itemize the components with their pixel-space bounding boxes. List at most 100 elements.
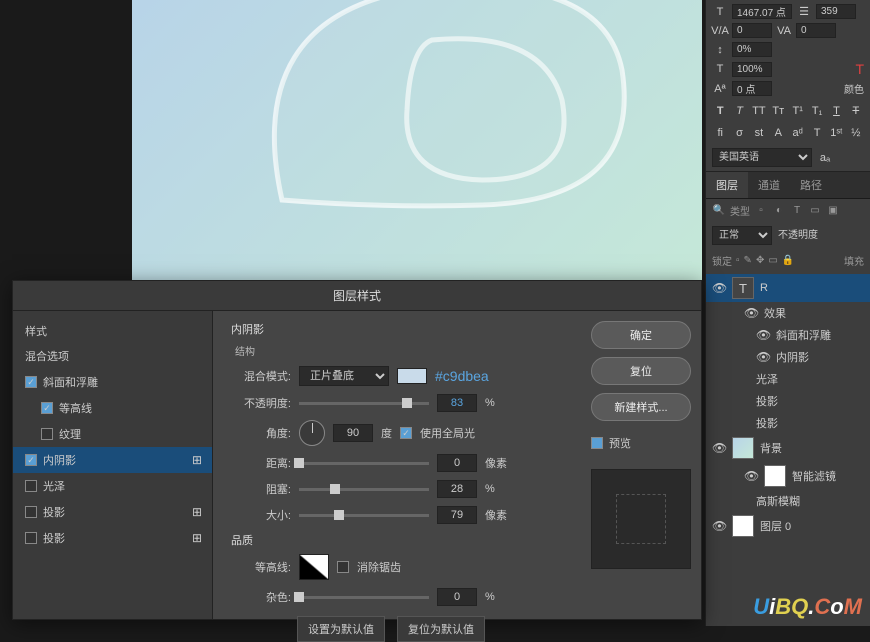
checkbox-icon[interactable]: [25, 506, 37, 518]
visibility-icon[interactable]: 👁: [756, 350, 770, 364]
opacity-slider[interactable]: [299, 402, 429, 405]
antialias-checkbox[interactable]: [337, 561, 349, 573]
visibility-icon[interactable]: 👁: [744, 306, 758, 320]
search-icon[interactable]: 🔍: [712, 204, 726, 218]
noise-slider[interactable]: [299, 596, 429, 599]
checkbox-icon[interactable]: ✓: [25, 376, 37, 388]
layer-r[interactable]: 👁 T R: [706, 274, 870, 302]
visibility-icon[interactable]: 👁: [712, 281, 726, 295]
tab-layers[interactable]: 图层: [706, 172, 748, 198]
add-effect-icon[interactable]: ⊞: [192, 531, 202, 545]
global-light-checkbox[interactable]: ✓: [400, 427, 412, 439]
preview-checkbox[interactable]: [591, 437, 603, 449]
visibility-icon[interactable]: 👁: [712, 441, 726, 455]
language-select[interactable]: 美国英语: [712, 148, 812, 167]
add-effect-icon[interactable]: ⊞: [192, 505, 202, 519]
new-style-button[interactable]: 新建样式...: [591, 393, 691, 421]
ok-button[interactable]: 确定: [591, 321, 691, 349]
tab-channels[interactable]: 通道: [748, 172, 790, 198]
tab-paths[interactable]: 路径: [790, 172, 832, 198]
ot-T-button[interactable]: T: [809, 124, 825, 142]
ot-fi-button[interactable]: fi: [712, 124, 728, 142]
checkbox-icon[interactable]: [25, 480, 37, 492]
layer-fx-bevel[interactable]: 👁 斜面和浮雕: [706, 324, 870, 346]
distance-input[interactable]: [437, 454, 477, 472]
choke-input[interactable]: [437, 480, 477, 498]
choke-slider[interactable]: [299, 488, 429, 491]
color-swatch-icon[interactable]: T: [855, 61, 864, 77]
layer-effects[interactable]: 👁 效果: [706, 302, 870, 324]
angle-dial[interactable]: [299, 420, 325, 446]
kerning-input[interactable]: [732, 23, 772, 38]
opacity-input[interactable]: [437, 394, 477, 412]
smallcaps-button[interactable]: Tᴛ: [770, 102, 786, 120]
checkbox-icon[interactable]: [25, 532, 37, 544]
distance-slider[interactable]: [299, 462, 429, 465]
checkbox-icon[interactable]: [41, 428, 53, 440]
reset-default-button[interactable]: 复位为默认值: [397, 616, 485, 642]
layer-fx-gloss[interactable]: 光泽: [706, 368, 870, 390]
lock-pixels-icon[interactable]: ▫: [736, 255, 740, 266]
bold-button[interactable]: T: [712, 102, 728, 120]
layer-fx-drop-shadow[interactable]: 投影: [706, 390, 870, 412]
ot-half-button[interactable]: ½: [848, 124, 864, 142]
ot-sigma-button[interactable]: σ: [731, 124, 747, 142]
checkbox-icon[interactable]: ✓: [41, 402, 53, 414]
style-bevel[interactable]: ✓斜面和浮雕: [13, 369, 212, 395]
blending-options[interactable]: 混合选项: [13, 343, 212, 369]
style-texture[interactable]: 纹理: [13, 421, 212, 447]
antialias-select[interactable]: aₐ: [816, 149, 834, 167]
layer-fx-drop-shadow-2[interactable]: 投影: [706, 412, 870, 434]
ot-ad-button[interactable]: aᵈ: [790, 124, 806, 142]
hscale-input[interactable]: [732, 62, 772, 77]
set-default-button[interactable]: 设置为默认值: [297, 616, 385, 642]
lock-all-icon[interactable]: 🔒: [782, 255, 794, 266]
tracking-input[interactable]: [796, 23, 836, 38]
filter-pixel-icon[interactable]: ▫: [754, 204, 768, 218]
visibility-icon[interactable]: 👁: [712, 519, 726, 533]
baseline-input[interactable]: [732, 81, 772, 96]
allcaps-button[interactable]: TT: [751, 102, 767, 120]
ot-A-button[interactable]: A: [770, 124, 786, 142]
layer-0[interactable]: 👁 图层 0: [706, 512, 870, 540]
checkbox-icon[interactable]: ✓: [25, 454, 37, 466]
layer-blend-select[interactable]: 正常: [712, 226, 772, 245]
style-inner-shadow[interactable]: ✓内阴影⊞: [13, 447, 212, 473]
ot-1st-button[interactable]: 1ˢᵗ: [828, 124, 844, 142]
add-effect-icon[interactable]: ⊞: [192, 453, 202, 467]
angle-input[interactable]: [333, 424, 373, 442]
superscript-button[interactable]: T¹: [790, 102, 806, 120]
size-input[interactable]: [437, 506, 477, 524]
filter-shape-icon[interactable]: ▭: [808, 204, 822, 218]
font-size-input[interactable]: [732, 4, 792, 19]
style-satin[interactable]: 光泽: [13, 473, 212, 499]
style-drop-shadow-2[interactable]: 投影⊞: [13, 525, 212, 551]
layer-smart-filter[interactable]: 👁 智能滤镜: [706, 462, 870, 490]
filter-text-icon[interactable]: T: [790, 204, 804, 218]
strike-button[interactable]: T: [848, 102, 864, 120]
layer-fx-inner-shadow[interactable]: 👁 内阴影: [706, 346, 870, 368]
visibility-icon[interactable]: 👁: [756, 328, 770, 342]
vscale-input[interactable]: [732, 42, 772, 57]
lock-position-icon[interactable]: ✥: [756, 255, 764, 266]
ot-st-button[interactable]: st: [751, 124, 767, 142]
contour-picker[interactable]: [299, 554, 329, 580]
subscript-button[interactable]: T₁: [809, 102, 825, 120]
layer-background[interactable]: 👁 背景: [706, 434, 870, 462]
filter-adjust-icon[interactable]: ◐: [772, 204, 786, 218]
leading-input[interactable]: [816, 4, 856, 19]
underline-button[interactable]: T: [828, 102, 844, 120]
filter-smart-icon[interactable]: ▣: [826, 204, 840, 218]
style-drop-shadow[interactable]: 投影⊞: [13, 499, 212, 525]
reset-button[interactable]: 复位: [591, 357, 691, 385]
lock-brush-icon[interactable]: ✎: [744, 255, 752, 266]
style-contour[interactable]: ✓等高线: [13, 395, 212, 421]
visibility-icon[interactable]: 👁: [744, 469, 758, 483]
color-swatch[interactable]: [397, 368, 427, 384]
blend-mode-select[interactable]: 正片叠底: [299, 366, 389, 386]
italic-button[interactable]: T: [731, 102, 747, 120]
size-slider[interactable]: [299, 514, 429, 517]
layer-gaussian[interactable]: 高斯模糊: [706, 490, 870, 512]
lock-artboard-icon[interactable]: ▭: [768, 255, 777, 266]
noise-input[interactable]: [437, 588, 477, 606]
